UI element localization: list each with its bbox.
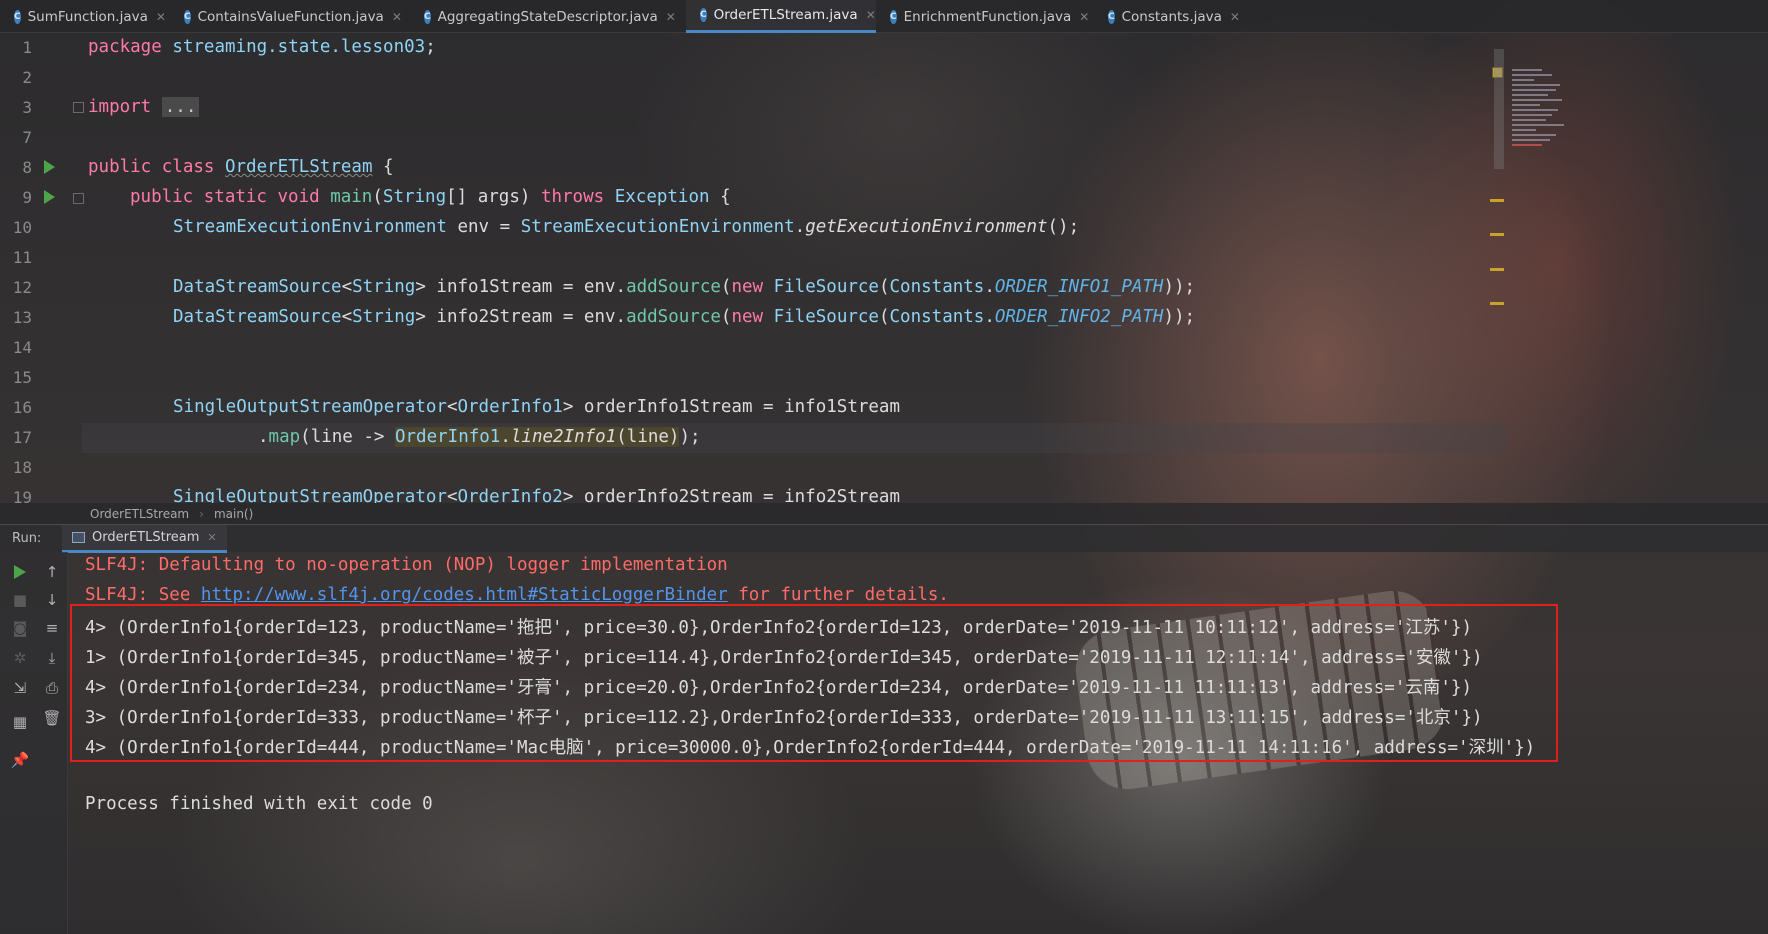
line-number: 1: [22, 38, 32, 57]
line-number: 17: [12, 428, 32, 447]
camera-icon[interactable]: ◙: [10, 618, 30, 638]
tab-aggregatingstatedescriptor[interactable]: C AggregatingStateDescriptor.java ✕: [410, 0, 686, 33]
code-line-8: public class OrderETLStream {: [88, 157, 394, 177]
java-class-icon: C: [700, 8, 707, 22]
java-class-icon: C: [14, 9, 21, 24]
layout-icon[interactable]: ▦: [10, 712, 30, 732]
play-icon: [14, 565, 26, 579]
console-exit-line: Process finished with exit code 0: [85, 794, 433, 814]
line-number: 11: [12, 248, 32, 267]
line-number: 13: [12, 308, 32, 327]
line-number: 15: [12, 368, 32, 387]
java-class-icon: C: [184, 9, 191, 24]
close-icon[interactable]: ✕: [666, 10, 676, 24]
code-line-19: SingleOutputStreamOperator<OrderInfo2> o…: [173, 487, 901, 503]
tab-orderetlstream[interactable]: C OrderETLStream.java ✕: [686, 0, 876, 33]
tab-label: ContainsValueFunction.java: [197, 8, 384, 25]
warning-marker[interactable]: [1490, 268, 1504, 271]
close-icon[interactable]: ✕: [1079, 10, 1089, 24]
tab-label: Constants.java: [1121, 8, 1222, 25]
run-tool-window-header: Run: OrderETLStream ✕: [0, 524, 1768, 553]
folded-imports[interactable]: ...: [161, 97, 200, 117]
line-number: 19: [12, 488, 32, 503]
run-tab-orderetlstream[interactable]: OrderETLStream ✕: [62, 524, 227, 553]
code-line-16: SingleOutputStreamOperator<OrderInfo1> o…: [173, 397, 901, 417]
line-number: 12: [12, 278, 32, 297]
java-class-icon: C: [890, 9, 897, 24]
fold-toggle-icon[interactable]: [73, 102, 84, 113]
line-number: 18: [12, 458, 32, 477]
console-line-slf4j-warning: SLF4J: Defaulting to no-operation (NOP) …: [85, 555, 728, 575]
editor-scrollbar[interactable]: [1494, 49, 1504, 169]
line-number: 9: [22, 188, 32, 207]
warning-marker[interactable]: [1490, 233, 1504, 236]
annotation-highlight-box: [70, 604, 1558, 762]
warning-marker[interactable]: [1490, 302, 1504, 305]
run-main-icon[interactable]: [44, 190, 55, 204]
warning-marker[interactable]: [1490, 199, 1504, 202]
scroll-down-button[interactable]: ↓: [42, 590, 62, 610]
exit-icon[interactable]: ⇲: [10, 678, 30, 698]
line-number: 3: [22, 98, 32, 117]
breadcrumb-item-class[interactable]: OrderETLStream: [90, 507, 189, 521]
scroll-to-end-icon[interactable]: ⤓: [42, 648, 62, 668]
editor-gutter[interactable]: 1 2 3 7 8 9 10 11 12 13 14 15 16 17 18 1…: [0, 33, 84, 503]
print-icon[interactable]: ⎙: [42, 678, 62, 698]
code-line-10: StreamExecutionEnvironment env = StreamE…: [173, 217, 1080, 237]
code-line-9: public static void main(String[] args) t…: [130, 187, 731, 207]
line-number: 14: [12, 338, 32, 357]
pin-icon[interactable]: 📌: [10, 750, 30, 770]
java-class-icon: C: [1108, 9, 1115, 24]
stop-button[interactable]: ■: [10, 590, 30, 610]
run-toolbar: ↑ ■ ↓ ◙ ≡ ✲ ⤓ ⇲ ⎙ 🗑 ▦ 📌: [0, 552, 68, 934]
line-number: 7: [22, 128, 32, 147]
tab-containsvaluefunction[interactable]: C ContainsValueFunction.java ✕: [170, 0, 410, 33]
java-class-icon: C: [424, 9, 431, 24]
line-number: 8: [22, 158, 32, 177]
tab-label: EnrichmentFunction.java: [903, 8, 1072, 25]
tab-label: SumFunction.java: [27, 8, 148, 25]
scroll-up-button[interactable]: ↑: [42, 562, 62, 582]
console-line-slf4j-see: SLF4J: See http://www.slf4j.org/codes.ht…: [85, 585, 949, 605]
debug-icon[interactable]: ✲: [10, 648, 30, 668]
code-minimap[interactable]: [1512, 69, 1564, 179]
code-line-1: package streaming.state.lesson03;: [88, 37, 436, 57]
close-icon[interactable]: ✕: [1230, 10, 1240, 24]
close-icon[interactable]: ✕: [392, 10, 402, 24]
breadcrumb: OrderETLStream › main(): [0, 503, 1768, 524]
line-number: 2: [22, 68, 32, 87]
breadcrumb-item-method[interactable]: main(): [214, 507, 253, 521]
close-icon[interactable]: ✕: [207, 531, 216, 544]
chevron-right-icon: ›: [199, 506, 204, 521]
run-config-icon: [72, 531, 85, 543]
rerun-button[interactable]: [10, 562, 30, 582]
tab-sumfunction[interactable]: C SumFunction.java ✕: [0, 0, 170, 33]
run-label: Run:: [12, 531, 42, 546]
code-line-12: DataStreamSource<String> info1Stream = e…: [173, 277, 1196, 297]
line-number: 10: [12, 218, 32, 237]
line-number: 16: [12, 398, 32, 417]
close-icon[interactable]: ✕: [866, 8, 876, 22]
tab-constants[interactable]: C Constants.java ✕: [1094, 0, 1244, 33]
tab-label: OrderETLStream.java: [713, 7, 858, 23]
code-editor[interactable]: 1 2 3 7 8 9 10 11 12 13 14 15 16 17 18 1…: [0, 33, 1768, 503]
soft-wrap-icon[interactable]: ≡: [42, 618, 62, 638]
code-line-3: import ...: [88, 97, 200, 117]
code-line-13: DataStreamSource<String> info2Stream = e…: [173, 307, 1196, 327]
run-class-icon[interactable]: [44, 160, 55, 174]
close-icon[interactable]: ✕: [156, 10, 166, 24]
tab-enrichmentfunction[interactable]: C EnrichmentFunction.java ✕: [876, 0, 1094, 33]
fold-toggle-icon[interactable]: [73, 193, 84, 204]
tab-label: AggregatingStateDescriptor.java: [437, 8, 658, 25]
trash-icon[interactable]: 🗑: [42, 708, 62, 728]
run-tab-label: OrderETLStream: [92, 529, 200, 545]
editor-tab-bar: C SumFunction.java ✕ C ContainsValueFunc…: [0, 0, 1768, 33]
code-line-17: .map(line -> OrderInfo1.line2Info1(line)…: [258, 427, 701, 447]
slf4j-link[interactable]: http://www.slf4j.org/codes.html#StaticLo…: [201, 585, 728, 605]
